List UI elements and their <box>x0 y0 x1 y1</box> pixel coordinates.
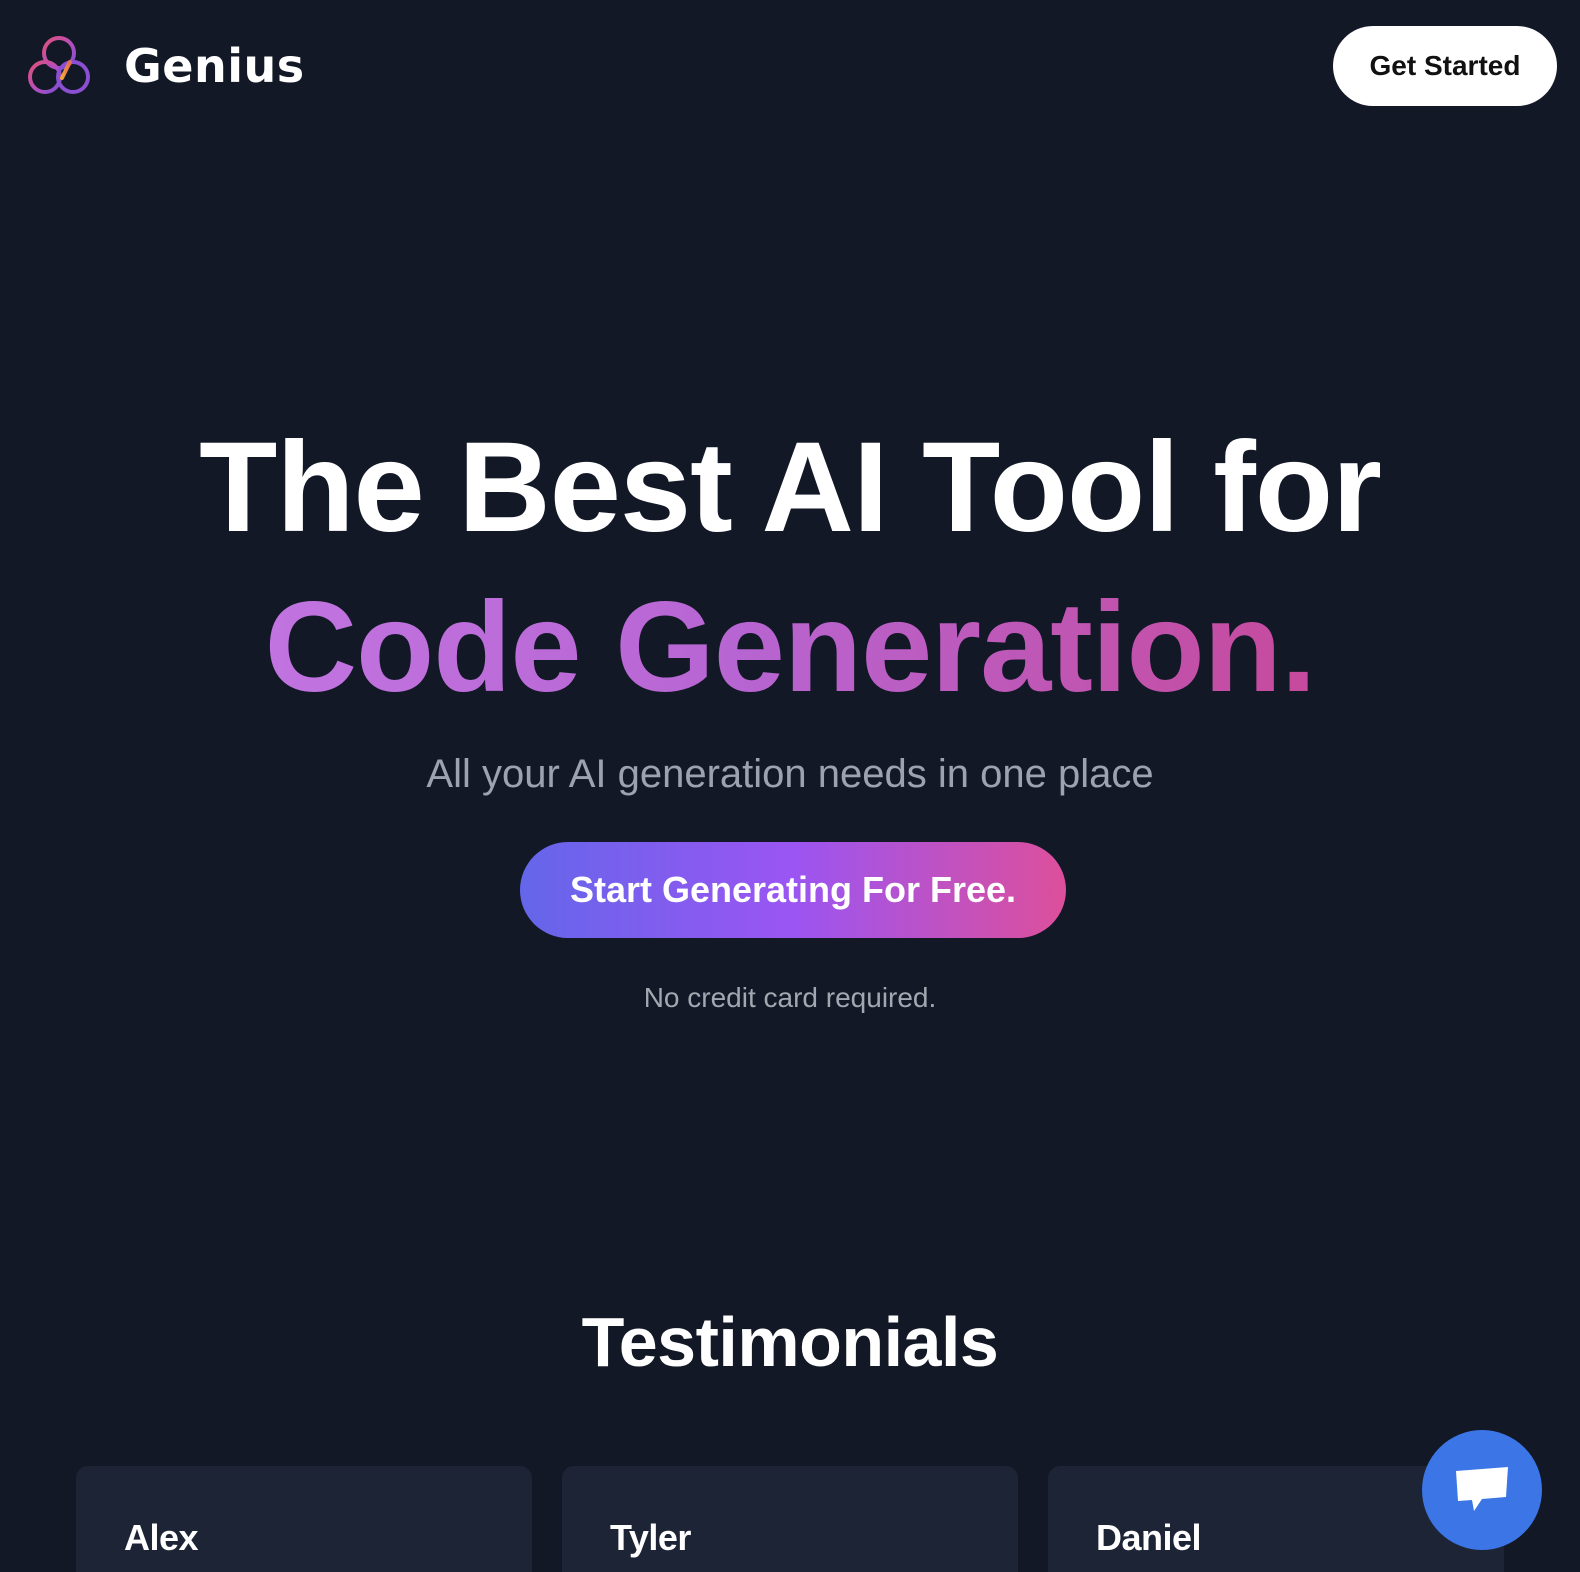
testimonials-title: Testimonials <box>581 1303 999 1381</box>
testimonial-cards: Alex Tyler Daniel <box>0 1466 1580 1572</box>
chat-icon <box>1456 1467 1508 1511</box>
no-credit-card-note: No credit card required. <box>643 982 937 1013</box>
testimonial-author: Tyler <box>610 1517 691 1558</box>
landing-page: Genius Get Started The Best AI Tool for … <box>0 0 1580 1572</box>
testimonial-author: Daniel <box>1096 1517 1202 1558</box>
testimonial-card: Alex <box>76 1466 532 1572</box>
testimonial-author: Alex <box>124 1517 199 1558</box>
genius-logo-icon <box>28 36 90 94</box>
brand-name: Genius <box>124 39 305 93</box>
start-generating-button[interactable]: Start Generating For Free. <box>520 842 1066 938</box>
hero-subtitle: All your AI generation needs in one plac… <box>426 752 1154 796</box>
testimonial-card: Tyler <box>562 1466 1018 1572</box>
hero-title-line1: The Best AI Tool for <box>199 416 1382 559</box>
navbar: Genius Get Started <box>0 0 1580 132</box>
hero-title-gradient-text: Code Generation. <box>264 576 1317 719</box>
logo-link[interactable] <box>26 34 92 98</box>
chat-launcher-button[interactable] <box>1422 1430 1542 1550</box>
get-started-button[interactable]: Get Started <box>1333 26 1557 106</box>
hero-title-line2: Code Generation. <box>0 578 1580 718</box>
